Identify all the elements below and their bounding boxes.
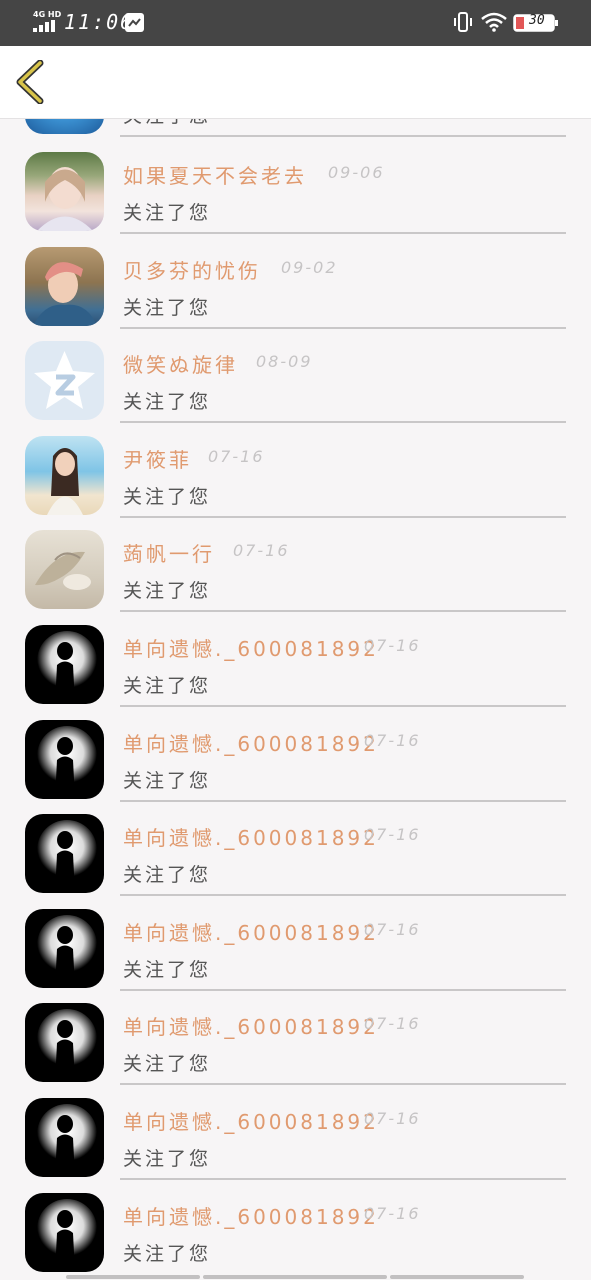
- avatar: [25, 1192, 104, 1272]
- user-name[interactable]: 单向遗憾._600081892: [123, 728, 379, 757]
- list-item[interactable]: 如果夏天不会老去 09-06 关注了您: [0, 138, 591, 234]
- follow-date: 09-06: [328, 163, 385, 182]
- avatar: [25, 719, 104, 799]
- follow-action-text: 关注了您: [123, 958, 212, 981]
- follow-date: 07-16: [364, 1014, 421, 1034]
- wifi-icon: [481, 12, 507, 32]
- avatar: [25, 1098, 104, 1177]
- follow-action-text: 关注了您: [123, 675, 212, 697]
- signal-icon: [33, 20, 55, 32]
- follow-date: 07-16: [208, 446, 265, 466]
- list-item[interactable]: 单向遗憾._600081892 07-16 关注了您: [0, 989, 591, 1086]
- follow-action-text: 关注了您: [123, 1242, 212, 1265]
- avatar: [25, 435, 104, 515]
- follow-action-text: 关注了您: [123, 119, 211, 128]
- follow-action-text: 关注了您: [123, 296, 212, 319]
- follow-date: 08-09: [256, 352, 313, 372]
- follow-date: 09-02: [281, 257, 338, 277]
- user-name[interactable]: 蒟帆一行: [123, 538, 215, 567]
- user-name[interactable]: 单向遗憾._600081892: [123, 1106, 379, 1135]
- follow-date: 07-16: [364, 1109, 421, 1128]
- follow-date: 07-16: [364, 1203, 421, 1223]
- user-name[interactable]: 贝多芬的忧伤: [123, 255, 261, 284]
- list-item[interactable]: 蒟帆一行 07-16 关注了您: [0, 516, 591, 613]
- battery-level: 30: [529, 13, 545, 28]
- user-name[interactable]: 单向遗憾._600081892: [123, 633, 379, 662]
- list-item[interactable]: 单向遗憾._600081892 07-16 关注了您: [0, 800, 591, 897]
- scroll-segment: [390, 1275, 524, 1279]
- avatar: [25, 341, 104, 421]
- header-bar: [0, 46, 591, 119]
- user-name[interactable]: 单向遗憾._600081892: [123, 1011, 379, 1040]
- follow-action-text: 关注了您: [123, 769, 212, 792]
- list-item[interactable]: 尹筱菲 07-16 关注了您: [0, 422, 591, 518]
- follow-date: 07-16: [364, 919, 421, 939]
- list-item[interactable]: 关注了您: [0, 119, 591, 137]
- user-name[interactable]: 单向遗憾._600081892: [123, 822, 379, 851]
- follow-date: 07-16: [364, 636, 421, 655]
- follow-date: 07-16: [364, 825, 421, 845]
- list-item[interactable]: 微笑ぬ旋律 08-09 关注了您: [0, 327, 591, 424]
- scroll-indicator: [0, 1275, 591, 1280]
- chevron-left-icon[interactable]: [14, 60, 50, 104]
- follow-action-text: 关注了您: [123, 1053, 212, 1076]
- follow-action-text: 关注了您: [123, 1148, 212, 1170]
- follow-action-text: 关注了您: [123, 485, 212, 508]
- divider: [120, 135, 566, 137]
- user-name[interactable]: 单向遗憾._600081892: [123, 917, 379, 946]
- user-name[interactable]: 如果夏天不会老去: [123, 160, 307, 189]
- clock: 11:06: [64, 10, 135, 34]
- message-icon: [125, 13, 144, 32]
- vibrate-icon: [454, 12, 472, 32]
- network-type: 4G HD: [33, 10, 62, 19]
- follower-list: 关注了您 如果夏天不会老去 09-06 关注了您 贝多芬的忧伤 09-02 关注…: [0, 119, 591, 1280]
- user-name[interactable]: 微笑ぬ旋律: [123, 349, 238, 378]
- status-bar: 4G HD 11:06 30: [0, 0, 591, 46]
- list-item[interactable]: 单向遗憾._600081892 07-16 关注了您: [0, 1084, 591, 1180]
- scroll-segment: [203, 1275, 387, 1279]
- avatar: [25, 908, 104, 988]
- follow-action-text: 关注了您: [123, 391, 212, 414]
- avatar: [25, 625, 104, 704]
- avatar: [25, 1003, 104, 1083]
- avatar: [25, 530, 104, 610]
- list-item[interactable]: 单向遗憾._600081892 07-16 关注了您: [0, 1179, 591, 1274]
- list-item[interactable]: 单向遗憾._600081892 07-16 关注了您: [0, 895, 591, 991]
- avatar: [25, 246, 104, 326]
- scroll-segment: [66, 1275, 200, 1279]
- list-item[interactable]: 单向遗憾._600081892 07-16 关注了您: [0, 611, 591, 707]
- avatar: [25, 814, 104, 894]
- list-item[interactable]: 贝多芬的忧伤 09-02 关注了您: [0, 233, 591, 329]
- user-name[interactable]: 单向遗憾._600081892: [123, 1201, 379, 1230]
- avatar: [25, 152, 104, 231]
- follow-action-text: 关注了您: [123, 580, 212, 603]
- follow-action-text: 关注了您: [123, 864, 212, 887]
- follow-date: 07-16: [364, 730, 421, 750]
- user-name[interactable]: 尹筱菲: [123, 444, 192, 473]
- follow-action-text: 关注了您: [123, 202, 212, 224]
- avatar: [25, 119, 104, 134]
- follow-date: 07-16: [233, 541, 290, 561]
- list-item[interactable]: 单向遗憾._600081892 07-16 关注了您: [0, 706, 591, 802]
